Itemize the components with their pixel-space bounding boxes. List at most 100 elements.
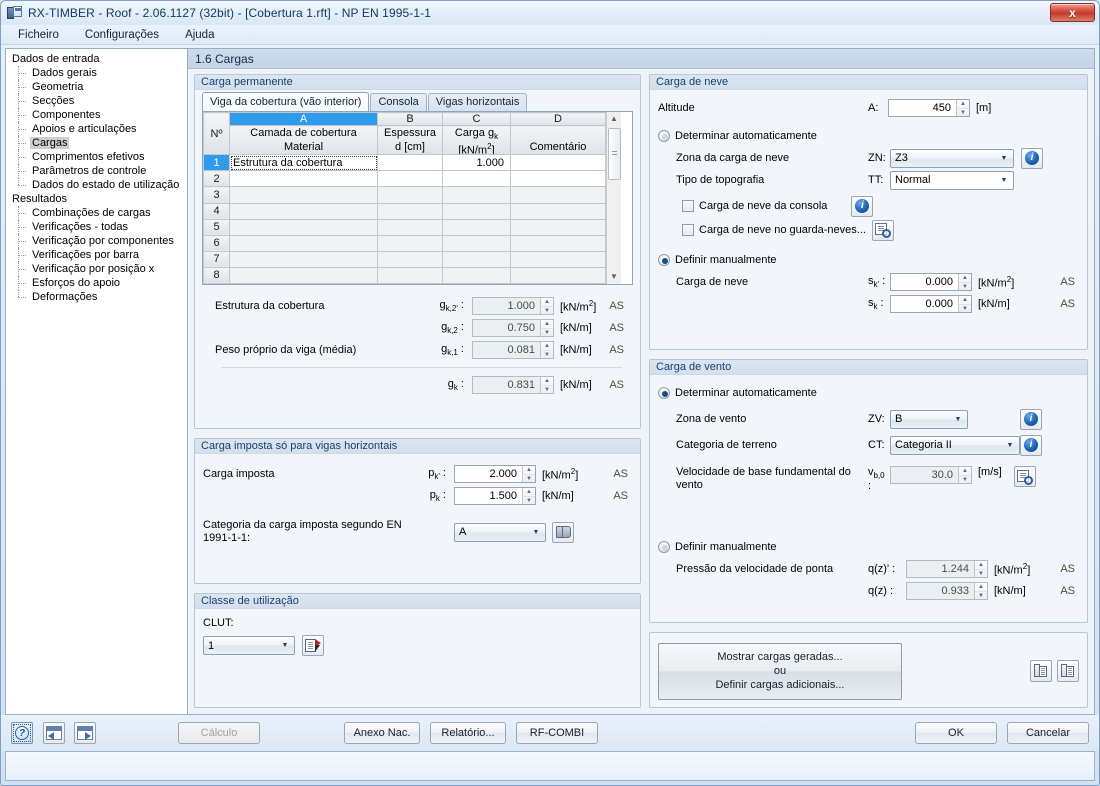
input-gk-total[interactable]: 0.831 ▲ ▼	[472, 376, 554, 394]
table-cell-c[interactable]	[442, 234, 511, 252]
radio-wind-auto[interactable]	[658, 387, 670, 399]
chevron-down-icon[interactable]: ▼	[997, 177, 1011, 184]
info-button-carga-neve-consola[interactable]: i	[851, 195, 874, 217]
checkbox-carga-neve-guarda-neves[interactable]	[682, 224, 694, 236]
scroll-down-icon[interactable]: ▼	[610, 270, 618, 284]
table-row-number[interactable]: 4	[203, 202, 230, 220]
ok-button[interactable]: OK	[915, 722, 997, 744]
tab-consola[interactable]: Consola	[370, 93, 427, 111]
table-cell-b[interactable]	[377, 154, 443, 172]
table-cell-c[interactable]: 1.000	[442, 154, 511, 172]
document-pick-button[interactable]	[302, 635, 324, 656]
table-row[interactable]: 3	[203, 186, 606, 204]
table-row-number[interactable]: 3	[203, 186, 230, 204]
scrollbar-thumb[interactable]	[607, 128, 621, 180]
chevron-down-icon[interactable]: ▼	[529, 529, 543, 536]
sidebar-item-componentes[interactable]: Componentes	[16, 108, 185, 122]
input-sk-prime[interactable]: 0.000 ▲ ▼	[890, 273, 972, 291]
radio-row-wind-manual[interactable]: Definir manualmente	[658, 536, 1079, 558]
spinner-arrows[interactable]: ▲ ▼	[958, 467, 971, 483]
table-vertical-scrollbar[interactable]: ▲ ▼	[606, 112, 621, 284]
radio-wind-manual[interactable]	[658, 541, 670, 554]
input-gk1[interactable]: 0.081 ▲ ▼	[472, 341, 554, 359]
input-qz-prime[interactable]: 1.244 ▲ ▼	[906, 560, 988, 579]
chevron-down-icon[interactable]: ▼	[1003, 442, 1017, 449]
spinner-arrows[interactable]: ▲ ▼	[540, 377, 553, 393]
table-cell-b[interactable]	[377, 202, 443, 220]
sidebar-item-apoios-e-articulacoes[interactable]: Apoios e articulações	[16, 122, 185, 136]
spinner-arrows[interactable]: ▲ ▼	[958, 296, 971, 312]
rf-combi-button[interactable]: RF-COMBI	[516, 722, 598, 744]
table-row-number[interactable]: 2	[203, 170, 230, 188]
sidebar-item-dados-gerais[interactable]: Dados gerais	[16, 66, 185, 80]
preview-button-velocidade-vento[interactable]	[1013, 466, 1036, 487]
table-row-number[interactable]: 5	[203, 218, 230, 236]
info-button-categoria-terreno[interactable]: i	[1020, 434, 1042, 456]
close-button[interactable]: x	[1050, 3, 1095, 22]
cancel-button[interactable]: Cancelar	[1007, 722, 1089, 744]
table-cell-a[interactable]	[229, 250, 378, 268]
table-cell-b[interactable]	[377, 170, 443, 188]
radio-row-snow-auto[interactable]: Determinar automaticamente	[658, 125, 1079, 147]
menu-item-ficheiro[interactable]: Ficheiro	[15, 27, 62, 43]
menu-item-configuracoes[interactable]: Configurações	[82, 27, 162, 43]
radio-snow-auto[interactable]	[658, 130, 670, 142]
table-cell-c[interactable]	[442, 170, 511, 188]
input-altitude[interactable]: 450 ▲ ▼	[888, 99, 970, 117]
select-zona-carga-neve[interactable]: Z3 ▼	[890, 148, 1014, 168]
table-row[interactable]: 1 Estrutura da cobertura 1.000	[203, 154, 606, 172]
scroll-up-icon[interactable]: ▲	[610, 112, 618, 126]
spinner-arrows[interactable]: ▲ ▼	[522, 466, 535, 482]
chevron-down-icon[interactable]: ▼	[951, 416, 965, 423]
table-cell-a[interactable]	[229, 266, 378, 285]
spinner-arrows[interactable]: ▲ ▼	[958, 274, 971, 290]
table-cell-b[interactable]	[377, 218, 443, 236]
table-col-letter-b[interactable]: B	[377, 111, 443, 127]
table-row[interactable]: 4	[203, 202, 606, 220]
table-cell-b[interactable]	[377, 266, 443, 285]
national-annex-button[interactable]: Anexo Nac.	[344, 722, 420, 744]
table-row[interactable]: 5	[203, 218, 606, 236]
table-cell-b[interactable]	[377, 186, 443, 204]
input-sk[interactable]: 0.000 ▲ ▼	[890, 295, 972, 313]
spinner-arrows[interactable]: ▲ ▼	[974, 561, 987, 578]
input-pk[interactable]: 1.500 ▲ ▼	[454, 487, 536, 505]
table-row-number[interactable]: 6	[203, 234, 230, 252]
tab-vigas-horizontais[interactable]: Vigas horizontais	[427, 93, 528, 111]
table-col-letter-c[interactable]: C	[442, 111, 511, 127]
spinner-arrows[interactable]: ▲ ▼	[540, 342, 553, 358]
menu-item-ajuda[interactable]: Ajuda	[182, 27, 217, 43]
sidebar-item-comprimentos-efetivos[interactable]: Comprimentos efetivos	[16, 150, 185, 164]
table-cell-c[interactable]	[442, 186, 511, 204]
table-row-number[interactable]: 8	[203, 266, 230, 285]
back-button[interactable]	[43, 722, 65, 744]
sidebar-item-esforcos-do-apoio[interactable]: Esforços do apoio	[16, 276, 185, 290]
table-cell-b[interactable]	[377, 234, 443, 252]
chevron-down-icon[interactable]: ▼	[278, 642, 292, 649]
checkbox-carga-neve-consola[interactable]	[682, 200, 694, 212]
table-cell-c[interactable]	[442, 218, 511, 236]
sidebar-item-verificacao-por-componentes[interactable]: Verificação por componentes	[16, 234, 185, 248]
table-cell-d[interactable]	[510, 202, 606, 220]
table-row[interactable]: 2	[203, 170, 606, 188]
sidebar-item-verificacoes-por-barra[interactable]: Verificações por barra	[16, 248, 185, 262]
table-row[interactable]: 6	[203, 234, 606, 252]
select-tipo-topografia[interactable]: Normal ▼	[890, 170, 1014, 190]
table-cell-a[interactable]	[229, 234, 378, 252]
table-cell-a[interactable]	[229, 218, 378, 236]
table-cell-d[interactable]	[510, 154, 606, 172]
table-row-number[interactable]: 1	[203, 154, 230, 172]
radio-snow-manual[interactable]	[658, 254, 670, 266]
info-button-zona-vento[interactable]: i	[1020, 408, 1042, 430]
radio-row-snow-manual[interactable]: Definir manualmente	[658, 249, 1079, 271]
sidebar-item-cargas[interactable]: Cargas	[16, 136, 185, 150]
tree-group-dados-de-entrada[interactable]: Dados de entrada	[10, 52, 185, 66]
input-pk-prime[interactable]: 2.000 ▲ ▼	[454, 465, 536, 483]
sidebar-item-parametros-de-controle[interactable]: Parâmetros de controle	[16, 164, 185, 178]
info-button-zona-neve[interactable]: i	[1021, 147, 1043, 169]
book-icon-button[interactable]	[552, 521, 574, 543]
sidebar-item-verificacao-por-posicao-x[interactable]: Verificação por posição x	[16, 262, 185, 276]
table-row-number[interactable]: 7	[203, 250, 230, 268]
show-generated-loads-button[interactable]: Mostrar cargas geradas... ou Definir car…	[658, 642, 902, 700]
table-row[interactable]: 7	[203, 250, 606, 268]
